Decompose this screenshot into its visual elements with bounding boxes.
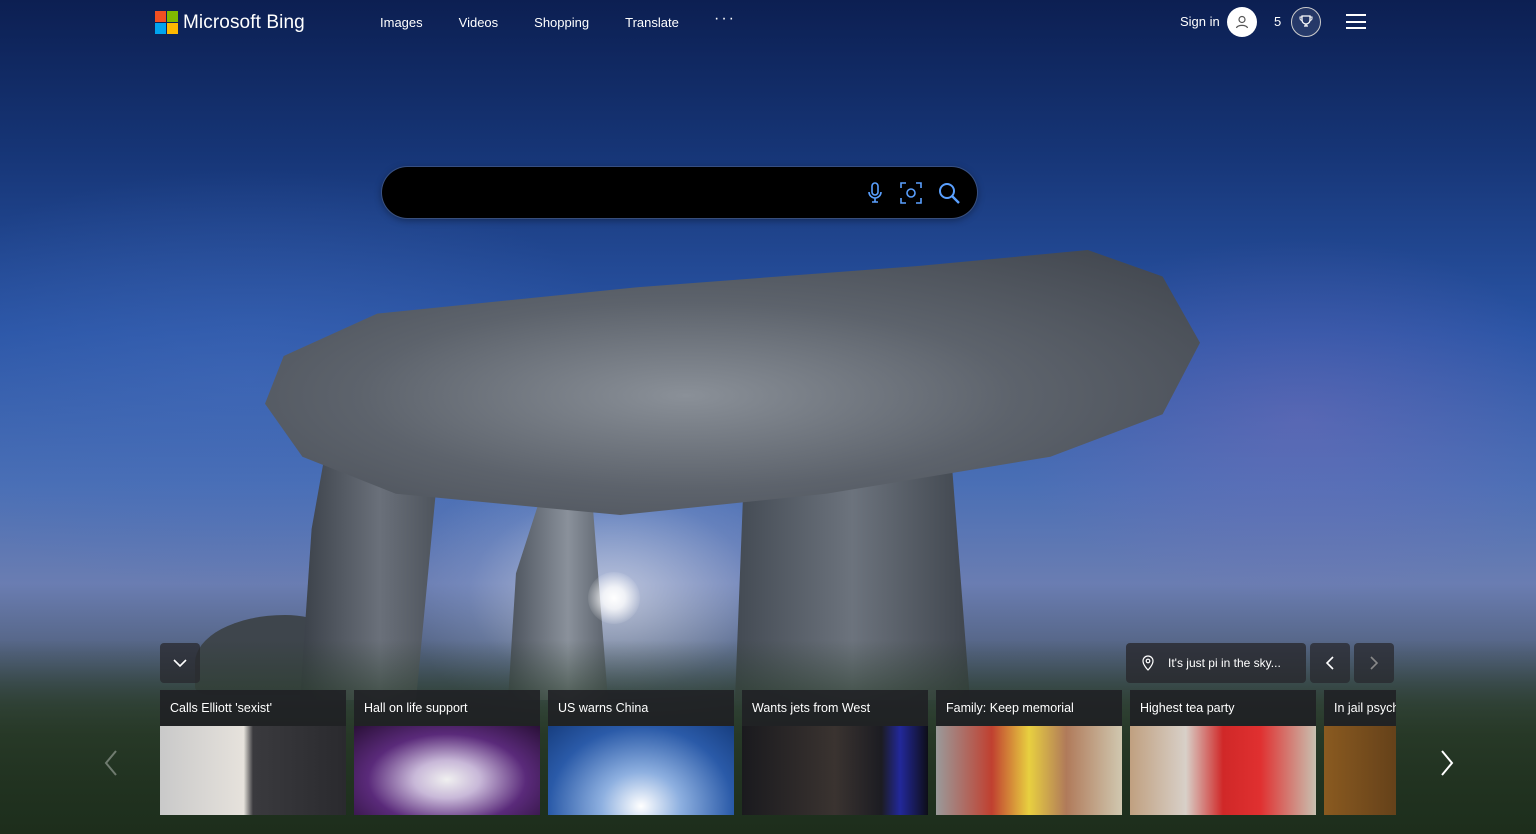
news-card[interactable]: Highest tea party — [1130, 690, 1316, 815]
news-card-image — [936, 726, 1122, 815]
news-card-image — [742, 726, 928, 815]
news-card[interactable]: Calls Elliott 'sexist' — [160, 690, 346, 815]
search-box — [382, 167, 977, 218]
carousel-prev-button[interactable] — [98, 745, 124, 781]
news-card-title: Calls Elliott 'sexist' — [160, 690, 346, 726]
news-card-image — [548, 726, 734, 815]
news-card[interactable]: In jail psych — [1324, 690, 1396, 815]
rewards-trophy-icon[interactable] — [1291, 7, 1321, 37]
news-card-title: In jail psych — [1324, 690, 1396, 726]
previous-image-button[interactable] — [1310, 643, 1350, 683]
user-avatar-icon[interactable] — [1227, 7, 1257, 37]
news-card-image — [160, 726, 346, 815]
news-card[interactable]: Family: Keep memorial — [936, 690, 1122, 815]
search-icon[interactable] — [935, 179, 963, 207]
chevron-left-icon — [104, 750, 117, 776]
news-card-image — [354, 726, 540, 815]
microphone-icon[interactable] — [861, 179, 889, 207]
news-card[interactable]: Hall on life support — [354, 690, 540, 815]
more-menu-button[interactable]: ··· — [714, 10, 736, 28]
chevron-right-icon — [1370, 656, 1379, 670]
nav-videos[interactable]: Videos — [459, 15, 499, 30]
sign-in-link[interactable]: Sign in — [1180, 14, 1220, 29]
news-card-title: Wants jets from West — [742, 690, 928, 726]
image-info-button[interactable]: It's just pi in the sky... — [1126, 643, 1306, 683]
location-pin-icon — [1140, 655, 1156, 671]
logo-text: Microsoft Bing — [183, 11, 305, 33]
image-info-text: It's just pi in the sky... — [1168, 656, 1281, 670]
top-header: Microsoft Bing Images Videos Shopping Tr… — [0, 0, 1536, 46]
chevron-right-icon — [1441, 750, 1454, 776]
news-card-title: Family: Keep memorial — [936, 690, 1122, 726]
nav-images[interactable]: Images — [380, 15, 423, 30]
visual-search-icon[interactable] — [897, 179, 925, 207]
chevron-left-icon — [1325, 656, 1334, 670]
carousel-next-button[interactable] — [1434, 745, 1460, 781]
news-card-title: Highest tea party — [1130, 690, 1316, 726]
news-carousel: Calls Elliott 'sexist' Hall on life supp… — [160, 690, 1396, 815]
microsoft-logo-icon — [155, 11, 178, 34]
search-input[interactable] — [404, 179, 868, 207]
rewards-count[interactable]: 5 — [1274, 14, 1281, 29]
collapse-feed-button[interactable] — [160, 643, 200, 683]
news-card[interactable]: US warns China — [548, 690, 734, 815]
bing-logo[interactable]: Microsoft Bing — [155, 11, 305, 34]
news-card[interactable]: Wants jets from West — [742, 690, 928, 815]
next-image-button[interactable] — [1354, 643, 1394, 683]
news-card-title: Hall on life support — [354, 690, 540, 726]
sun-glow — [588, 572, 640, 624]
hamburger-menu-icon[interactable] — [1346, 14, 1366, 29]
news-card-title: US warns China — [548, 690, 734, 726]
news-card-image — [1130, 726, 1316, 815]
chevron-down-icon — [173, 659, 187, 668]
nav-translate[interactable]: Translate — [625, 15, 679, 30]
news-card-image — [1324, 726, 1396, 815]
nav-shopping[interactable]: Shopping — [534, 15, 589, 30]
top-nav: Images Videos Shopping Translate — [380, 15, 715, 30]
